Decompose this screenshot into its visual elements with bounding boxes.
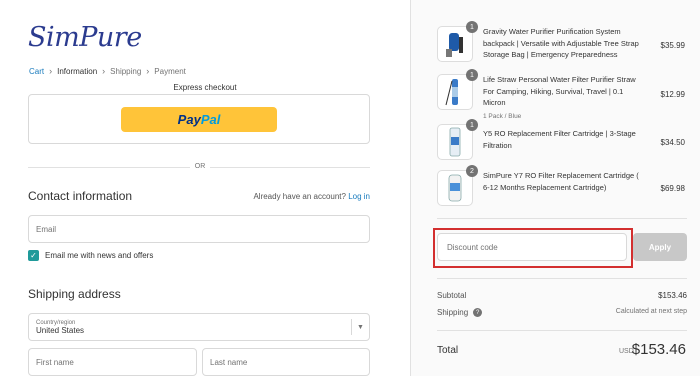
apply-button[interactable]: Apply — [633, 233, 687, 261]
paypal-logo-pay: Pay — [177, 112, 201, 127]
shipping-label: Shipping — [437, 308, 469, 317]
cart-item: 1 Y5 RO Replacement Filter Cartridge | 3… — [437, 119, 687, 164]
filter-cartridge-icon: 2 — [437, 165, 478, 206]
newsletter-label: Email me with news and offers — [45, 251, 154, 260]
straw-filter-icon: 1 — [437, 69, 478, 110]
shipping-value: Calculated at next step — [615, 308, 687, 315]
chevron-down-icon: ▼ — [351, 319, 369, 335]
brand-logo[interactable]: SimPure — [28, 22, 142, 53]
breadcrumb-information: Information — [57, 66, 98, 76]
country-select[interactable]: Country/region United States ▼ — [28, 313, 370, 341]
item-name: Gravity Water Purifier Purification Syst… — [483, 27, 639, 59]
newsletter-row[interactable]: ✓ Email me with news and offers — [28, 250, 153, 261]
order-summary: 1 Gravity Water Purifier Purification Sy… — [410, 0, 700, 376]
subtotal-value: $153.46 — [658, 291, 687, 300]
subtotal-row: Subtotal $153.46 — [437, 291, 687, 300]
express-checkout-title: Express checkout — [0, 83, 410, 92]
total-label: Total — [437, 345, 459, 356]
cart-item: 2 SimPure Y7 RO Filter Replacement Cartr… — [437, 165, 687, 210]
divider — [437, 330, 687, 331]
filter-cartridge-icon: 1 — [437, 119, 478, 160]
breadcrumb-shipping: Shipping — [110, 66, 142, 76]
account-prompt: Already have an account? Log in — [253, 192, 370, 201]
item-variant: 1 Pack / Blue — [483, 112, 522, 120]
item-name: SimPure Y7 RO Filter Replacement Cartrid… — [483, 171, 639, 192]
shipping-row: Shipping? Calculated at next step — [437, 308, 687, 318]
first-name-field[interactable]: First name — [28, 348, 197, 376]
chevron-right-icon: › — [146, 66, 150, 76]
checkout-main: SimPure Cart › Information › Shipping › … — [0, 0, 410, 376]
breadcrumb: Cart › Information › Shipping › Payment — [29, 66, 186, 76]
item-price: $12.99 — [660, 90, 685, 99]
divider — [437, 218, 687, 219]
total-amount: $153.46 — [631, 341, 686, 358]
newsletter-checkbox[interactable]: ✓ — [28, 250, 39, 261]
quantity-badge: 1 — [466, 119, 478, 131]
country-value: United States — [36, 325, 85, 335]
chevron-right-icon: › — [102, 66, 106, 76]
backpack-filter-icon: 1 — [437, 21, 478, 62]
quantity-badge: 1 — [466, 69, 478, 81]
quantity-badge: 2 — [466, 165, 478, 177]
chevron-right-icon: › — [49, 66, 53, 76]
paypal-logo-pal: Pal — [200, 112, 221, 127]
login-link[interactable]: Log in — [348, 192, 370, 201]
or-text: OR — [190, 163, 210, 170]
paypal-button[interactable]: Pay Pal — [121, 107, 277, 132]
last-name-field[interactable]: Last name — [202, 348, 370, 376]
email-field[interactable]: Email — [28, 215, 370, 243]
item-name: Y5 RO Replacement Filter Cartridge | 3-S… — [483, 129, 636, 150]
quantity-badge: 1 — [466, 21, 478, 33]
cart-item: 1 Gravity Water Purifier Purification Sy… — [437, 21, 687, 70]
subtotal-label: Subtotal — [437, 291, 467, 300]
item-price: $34.50 — [660, 138, 685, 147]
divider — [437, 278, 687, 279]
help-icon[interactable]: ? — [473, 308, 483, 318]
breadcrumb-cart[interactable]: Cart — [29, 67, 44, 76]
item-name: Life Straw Personal Water Filter Purifie… — [483, 74, 643, 122]
breadcrumb-payment: Payment — [154, 66, 186, 76]
contact-title: Contact information — [28, 189, 133, 203]
item-price: $35.99 — [660, 41, 685, 50]
cart-item: 1 Life Straw Personal Water Filter Purif… — [437, 69, 687, 120]
item-price: $69.98 — [660, 184, 685, 193]
discount-code-input[interactable]: Discount code — [437, 233, 627, 261]
shipping-address-title: Shipping address — [28, 287, 121, 301]
